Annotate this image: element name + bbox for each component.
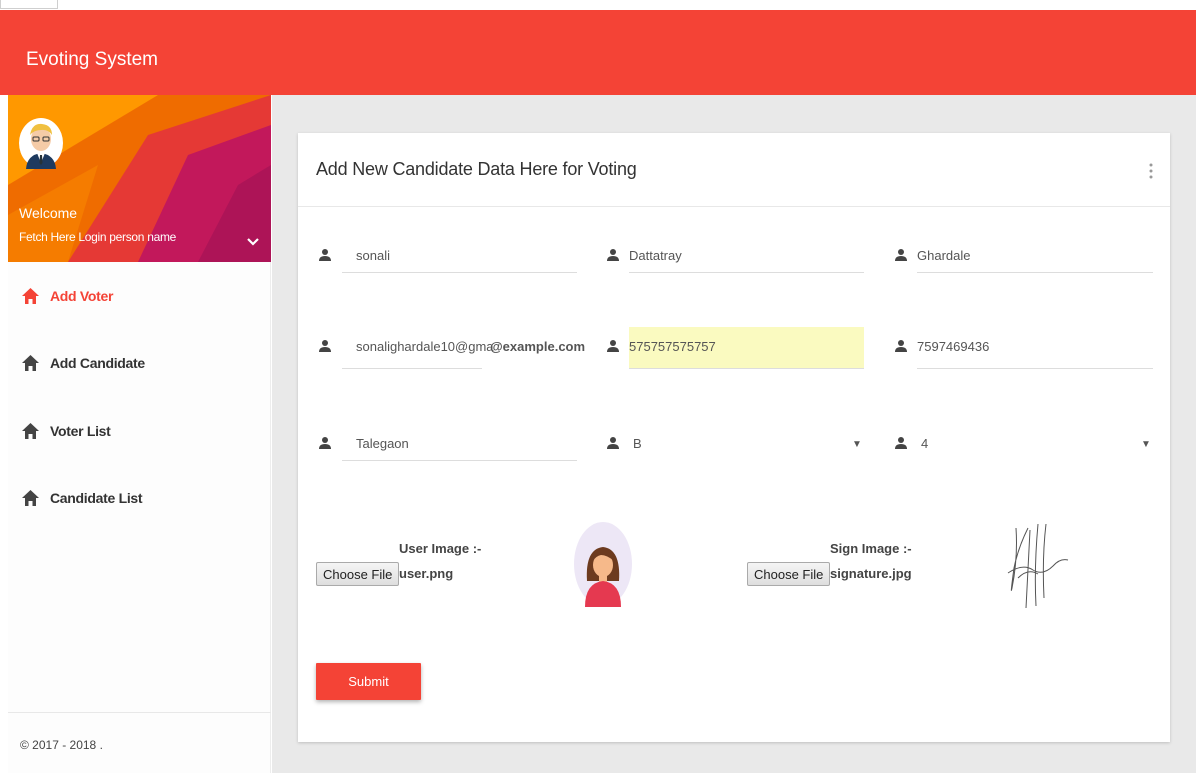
email-input[interactable]: sonalighardale10@gma — [342, 329, 494, 369]
dropdown-arrow-icon: ▼ — [852, 439, 862, 450]
first-name-input[interactable]: sonali — [342, 243, 577, 273]
email-domain-suffix: @example.com — [490, 339, 586, 354]
email-value: sonalighardale10@gma — [356, 339, 494, 354]
person-icon — [607, 249, 619, 261]
ward-select[interactable]: 4 ▼ — [917, 431, 1153, 461]
city-input[interactable]: Talegaon — [342, 431, 577, 461]
person-icon — [895, 437, 907, 449]
more-vert-icon[interactable] — [1148, 161, 1154, 181]
middle-name-value: Dattatray — [629, 248, 682, 263]
sidebar-item-label: Voter List — [50, 423, 111, 439]
sidebar-item-label: Candidate List — [50, 490, 143, 506]
login-person-name: Fetch Here Login person name — [19, 230, 177, 244]
signature-preview — [1007, 523, 1069, 609]
mobile-input[interactable]: 7597469436 — [917, 329, 1153, 369]
person-icon — [319, 437, 331, 449]
copyright-text: © 2017 - 2018 . — [20, 738, 103, 752]
user-image-choose-file-button[interactable]: Choose File — [316, 562, 400, 586]
aadhaar-input[interactable]: 575757575757 — [629, 327, 864, 369]
sidebar-item-label: Add Candidate — [50, 355, 145, 371]
submit-button[interactable]: Submit — [316, 663, 421, 700]
sidebar-item-add-candidate[interactable]: Add Candidate — [8, 341, 271, 385]
card-title: Add New Candidate Data Here for Voting — [316, 159, 637, 179]
sidebar-footer: © 2017 - 2018 . — [8, 712, 271, 773]
aadhaar-value: 575757575757 — [629, 339, 716, 354]
sidebar: Welcome Fetch Here Login person name Add… — [8, 95, 271, 773]
user-image-preview — [574, 522, 632, 607]
sign-image-label: Sign Image :- — [830, 541, 912, 556]
section-value: B — [633, 436, 642, 451]
person-icon — [607, 437, 619, 449]
sidebar-item-candidate-list[interactable]: Candidate List — [8, 476, 271, 520]
person-icon — [319, 249, 331, 261]
first-name-value: sonali — [356, 248, 390, 263]
user-image-label: User Image :- — [399, 541, 482, 556]
home-icon — [22, 490, 39, 506]
user-avatar — [19, 118, 63, 169]
person-icon — [319, 340, 331, 352]
city-value: Talegaon — [356, 436, 409, 451]
sign-image-filename: signature.jpg — [830, 566, 912, 581]
top-app-bar: Evoting System — [0, 10, 1196, 95]
sidebar-item-label: Add Voter — [50, 288, 114, 304]
user-info-panel: Welcome Fetch Here Login person name — [8, 95, 271, 262]
candidate-form-card: Add New Candidate Data Here for Voting s… — [298, 133, 1170, 742]
user-image-filename: user.png — [399, 566, 454, 581]
sidebar-item-add-voter[interactable]: Add Voter — [8, 274, 271, 318]
chevron-down-icon[interactable] — [246, 235, 260, 249]
person-icon — [895, 340, 907, 352]
home-icon — [22, 423, 39, 439]
sidebar-item-voter-list[interactable]: Voter List — [8, 409, 271, 453]
person-icon — [607, 340, 619, 352]
dropdown-arrow-icon: ▼ — [1141, 439, 1151, 450]
home-icon — [22, 355, 39, 371]
corner-box — [0, 0, 58, 9]
app-title: Evoting System — [26, 49, 158, 70]
person-icon — [895, 249, 907, 261]
last-name-input[interactable]: Ghardale — [917, 243, 1153, 273]
section-select[interactable]: B ▼ — [629, 431, 864, 461]
card-header: Add New Candidate Data Here for Voting — [298, 133, 1170, 207]
home-icon — [22, 288, 39, 304]
mobile-value: 7597469436 — [917, 339, 990, 354]
ward-value: 4 — [921, 436, 929, 451]
welcome-text: Welcome — [19, 205, 78, 221]
main-content: Add New Candidate Data Here for Voting s… — [272, 95, 1196, 773]
last-name-value: Ghardale — [917, 248, 971, 263]
sign-image-choose-file-button[interactable]: Choose File — [747, 562, 831, 586]
middle-name-input[interactable]: Dattatray — [629, 243, 864, 273]
